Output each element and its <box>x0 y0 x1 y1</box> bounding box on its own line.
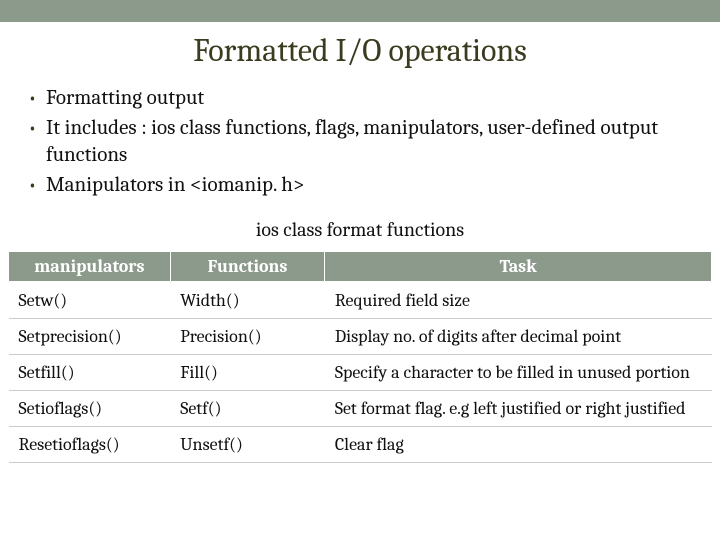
cell-function: Precision() <box>170 318 325 354</box>
table-row: Setw() Width() Required field size <box>9 282 712 319</box>
cell-manipulator: Setw() <box>9 282 171 319</box>
table-row-empty <box>9 462 712 480</box>
cell-function: Unsetf() <box>170 426 325 462</box>
cell-manipulator: Setprecision() <box>9 318 171 354</box>
col-header-functions: Functions <box>170 251 325 282</box>
table-row: Setioflags() Setf() Set format flag. e.g… <box>9 390 712 426</box>
table-header-row: manipulators Functions Task <box>9 251 712 282</box>
col-header-manipulators: manipulators <box>9 251 171 282</box>
cell-function: Fill() <box>170 354 325 390</box>
cell-task: Specify a character to be filled in unus… <box>325 354 712 390</box>
table-caption: ios class format functions <box>0 218 720 241</box>
cell-function: Width() <box>170 282 325 319</box>
format-functions-table: manipulators Functions Task Setw() Width… <box>8 251 712 481</box>
table-row: Setfill() Fill() Specify a character to … <box>9 354 712 390</box>
cell-task: Set format flag. e.g left justified or r… <box>325 390 712 426</box>
cell-task: Clear flag <box>325 426 712 462</box>
cell-task: Display no. of digits after decimal poin… <box>325 318 712 354</box>
list-item: It includes : ios class functions, flags… <box>28 115 696 170</box>
bullet-list: Formatting output It includes : ios clas… <box>0 85 720 200</box>
col-header-task: Task <box>325 251 712 282</box>
page-title: Formatted I/O operations <box>0 22 720 85</box>
cell-task: Required field size <box>325 282 712 319</box>
list-item: Formatting output <box>28 85 696 113</box>
list-item: Manipulators in <iomanip. h> <box>28 172 696 200</box>
cell-manipulator: Setioflags() <box>9 390 171 426</box>
cell-function: Setf() <box>170 390 325 426</box>
cell-manipulator: Resetioflags() <box>9 426 171 462</box>
header-strip <box>0 0 720 22</box>
table-row: Setprecision() Precision() Display no. o… <box>9 318 712 354</box>
cell-manipulator: Setfill() <box>9 354 171 390</box>
table-row: Resetioflags() Unsetf() Clear flag <box>9 426 712 462</box>
